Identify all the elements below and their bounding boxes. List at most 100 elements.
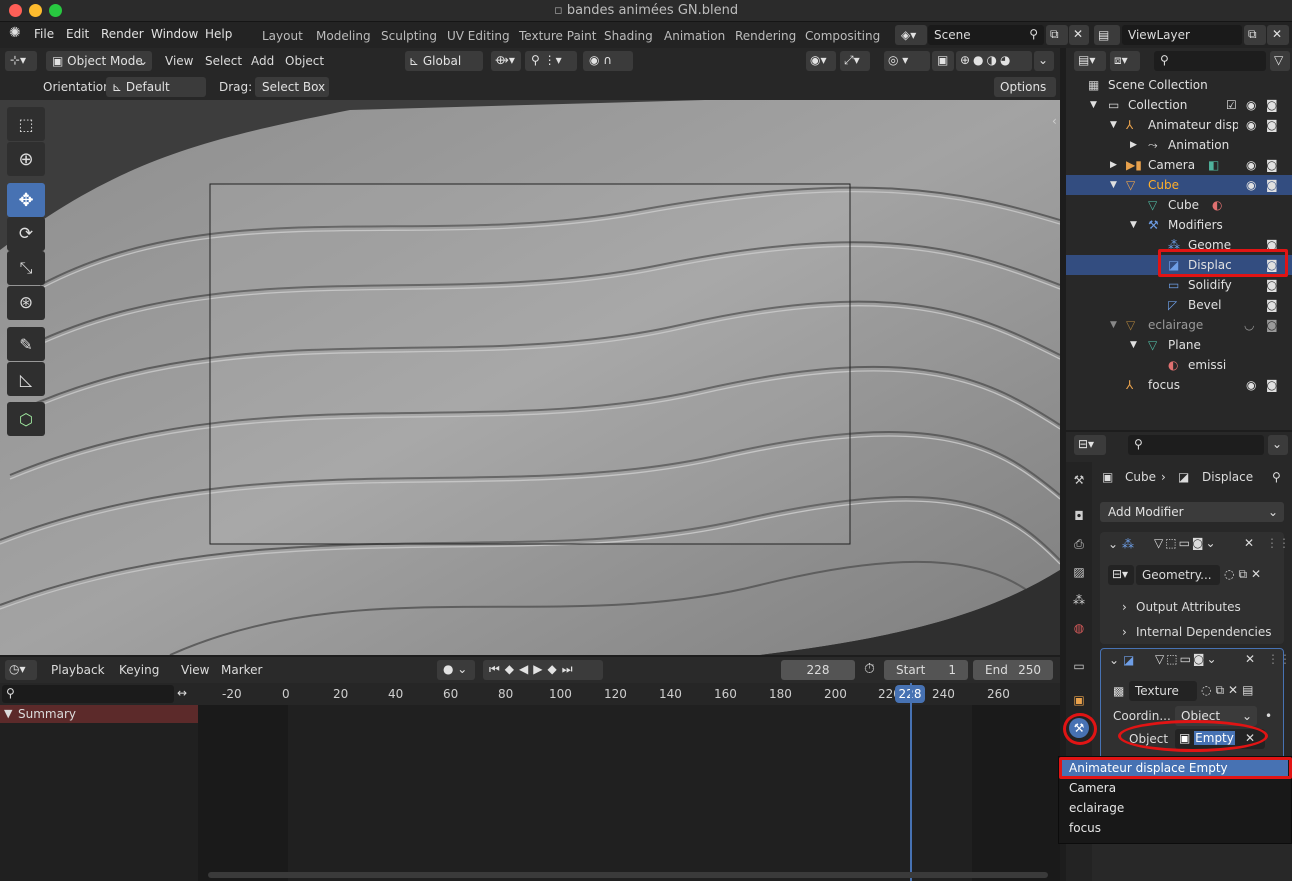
stopwatch-icon[interactable]: ⏱ xyxy=(864,661,875,677)
close-icon[interactable]: ✕ xyxy=(1245,652,1255,666)
options-dropdown[interactable]: Options xyxy=(994,77,1056,97)
eye-closed-icon[interactable]: ◡ xyxy=(1244,318,1254,332)
tab-tool[interactable]: ⚒ xyxy=(1069,470,1089,490)
delete-viewlayer-button[interactable]: ✕ xyxy=(1267,25,1289,45)
tab-collection[interactable]: ▭ xyxy=(1069,656,1089,676)
timeline-view-menu[interactable]: View xyxy=(181,663,209,677)
camera-render-icon[interactable]: ◙ xyxy=(1266,298,1278,312)
delete-scene-button[interactable]: ✕ xyxy=(1069,25,1089,45)
add-cube-tool[interactable]: ⬡ xyxy=(7,402,45,436)
camera-render-icon[interactable]: ◙ xyxy=(1266,118,1278,132)
tab-rendering[interactable]: Rendering xyxy=(735,29,796,43)
pin-icon[interactable]: ⚲ xyxy=(1272,470,1281,484)
mode-dropdown[interactable]: ▣ Object Mode ⌄ xyxy=(46,51,152,71)
dropdown-item-eclairage[interactable]: eclairage xyxy=(1069,801,1124,815)
menu-help[interactable]: Help xyxy=(205,27,232,41)
chevron-right-icon[interactable]: › xyxy=(1122,600,1127,614)
tab-uv-editing[interactable]: UV Editing xyxy=(447,29,510,43)
menu-file[interactable]: File xyxy=(34,27,54,41)
expand-icon[interactable]: ▼ xyxy=(1130,220,1137,230)
measure-tool[interactable]: ◺ xyxy=(7,362,45,396)
outliner-row-bevel[interactable]: ◸ Bevel ◙ xyxy=(1066,295,1292,315)
properties-editor-type-button[interactable]: ⊟▾ xyxy=(1074,435,1106,455)
select-box-tool[interactable]: ⬚ xyxy=(7,107,45,141)
overlays-dropdown[interactable]: ◎ ▾ xyxy=(884,51,930,71)
add-modifier-dropdown[interactable]: Add Modifier ⌄ xyxy=(1100,502,1284,522)
viewlayer-browse-button[interactable]: ▤ xyxy=(1094,25,1120,45)
sidebar-toggle-icon[interactable]: ‹ xyxy=(1052,114,1057,128)
collapse-chevron-icon[interactable]: ⌄ xyxy=(1108,537,1118,551)
dropdown-item-focus[interactable]: focus xyxy=(1069,821,1101,835)
expand-icon[interactable]: ▼ xyxy=(1110,120,1117,130)
tab-scene[interactable]: ⁂ xyxy=(1069,590,1089,610)
eye-icon[interactable]: ◉ xyxy=(1246,178,1256,192)
scene-browse-button[interactable]: ◈▾ xyxy=(895,25,927,45)
tab-world[interactable]: ◍ xyxy=(1069,618,1089,638)
proportional-edit-toggle[interactable]: ◉ ∩ xyxy=(583,51,633,71)
tab-object[interactable]: ▣ xyxy=(1069,690,1089,710)
expand-icon[interactable]: ▼ xyxy=(1130,340,1137,350)
menu-add[interactable]: Add xyxy=(251,54,274,68)
outliner-row-cube-mesh[interactable]: ▽ Cube ◐ xyxy=(1066,195,1292,215)
scene-name-field[interactable]: Scene ⚲ xyxy=(928,25,1044,45)
3d-viewport[interactable]: ⬚ ⊕ ✥ ⟳ ⤡ ⊛ ✎ ◺ ⬡ ‹ xyxy=(0,100,1060,655)
outliner-row-emission[interactable]: ◐ emissi xyxy=(1066,355,1292,375)
tab-texture-paint[interactable]: Texture Paint xyxy=(519,29,596,43)
editor-type-button[interactable]: ⊹▾ xyxy=(5,51,37,71)
playback-menu[interactable]: Playback xyxy=(51,663,105,677)
menu-edit[interactable]: Edit xyxy=(66,27,89,41)
outliner-row-modifiers[interactable]: ▼ ⚒ Modifiers xyxy=(1066,215,1292,235)
pin-icon[interactable]: ⚲ xyxy=(1029,27,1038,41)
playback-controls[interactable]: ⏮◆◀▶◆⏭ xyxy=(483,660,603,680)
cursor-tool[interactable]: ⊕ xyxy=(7,142,45,176)
outliner-row-animateur[interactable]: ▼ ⅄ Animateur disp ◉ ◙ xyxy=(1066,115,1292,135)
eye-icon[interactable]: ◉ xyxy=(1246,98,1256,112)
annotate-tool[interactable]: ✎ xyxy=(7,327,45,361)
tab-animation[interactable]: Animation xyxy=(664,29,725,43)
transform-orientation-dropdown[interactable]: ⊾ Global xyxy=(405,51,483,71)
texture-actions[interactable]: ◌⧉✕▤ xyxy=(1201,683,1257,698)
timeline-search-input[interactable]: ⚲ xyxy=(2,685,174,703)
camera-render-icon[interactable]: ◙ xyxy=(1266,378,1278,392)
visibility-dropdown[interactable]: ◉▾ xyxy=(806,51,836,71)
start-frame-field[interactable]: Start 1 xyxy=(884,660,968,680)
outliner-search-input[interactable]: ⚲ xyxy=(1154,51,1266,71)
outliner-row-focus[interactable]: ⅄ focus ◉ ◙ xyxy=(1066,375,1292,395)
drag-dropdown[interactable]: Select Box xyxy=(255,77,329,97)
tab-modeling[interactable]: Modeling xyxy=(316,29,371,43)
expand-icon[interactable]: ▼ xyxy=(1110,320,1117,330)
expand-icon[interactable]: ▼ xyxy=(1110,180,1117,190)
collapse-icon[interactable]: ▶ xyxy=(1130,140,1137,150)
output-attributes-subpanel[interactable]: Output Attributes xyxy=(1136,600,1241,614)
node-tree-actions[interactable]: ◌⧉✕ xyxy=(1224,567,1265,582)
camera-render-icon[interactable]: ◙ xyxy=(1266,278,1278,292)
outliner-row-cube[interactable]: ▼ ▽ Cube ◉ ◙ xyxy=(1066,175,1292,195)
checkbox-icon[interactable]: ☑ xyxy=(1226,98,1237,112)
keying-menu[interactable]: Keying xyxy=(119,663,159,677)
camera-render-disabled-icon[interactable]: ◙ xyxy=(1266,318,1278,332)
new-viewlayer-button[interactable]: ⧉ xyxy=(1244,25,1266,45)
snap-toggle[interactable]: ⚲ ⋮▾ xyxy=(525,51,577,71)
timeline-body[interactable]: ▼ Summary xyxy=(0,683,1060,881)
timeline-scrollbar[interactable] xyxy=(208,872,1048,878)
summary-row[interactable]: ▼ Summary xyxy=(0,705,198,723)
internal-dependencies-subpanel[interactable]: Internal Dependencies xyxy=(1136,625,1271,639)
node-tree-name-field[interactable]: Geometry... xyxy=(1136,565,1220,585)
menu-view[interactable]: View xyxy=(165,54,193,68)
close-icon[interactable]: ✕ xyxy=(1244,536,1254,550)
menu-render[interactable]: Render xyxy=(101,27,144,41)
outliner-row-animation[interactable]: ▶ ⤳ Animation xyxy=(1066,135,1292,155)
node-tree-browse-button[interactable]: ⊟▾ xyxy=(1108,565,1134,585)
tab-view-layer[interactable]: ▨ xyxy=(1069,562,1089,582)
outliner-row-eclairage[interactable]: ▼ ▽ eclairage ◡ ◙ xyxy=(1066,315,1292,335)
move-tool[interactable]: ✥ xyxy=(7,183,45,217)
tab-layout[interactable]: Layout xyxy=(262,29,303,43)
scale-tool[interactable]: ⤡ xyxy=(7,251,45,285)
outliner-row-solidify[interactable]: ▭ Solidify ◙ xyxy=(1066,275,1292,295)
drag-handle-icon[interactable]: ⋮⋮ xyxy=(1266,536,1290,550)
tab-render[interactable]: ◘ xyxy=(1069,506,1089,526)
collapse-chevron-icon[interactable]: ⌄ xyxy=(1109,653,1119,667)
camera-render-icon[interactable]: ◙ xyxy=(1266,98,1278,112)
swap-icon[interactable]: ↔ xyxy=(177,686,187,700)
timeline-editor-type-button[interactable]: ◷▾ xyxy=(5,660,37,680)
